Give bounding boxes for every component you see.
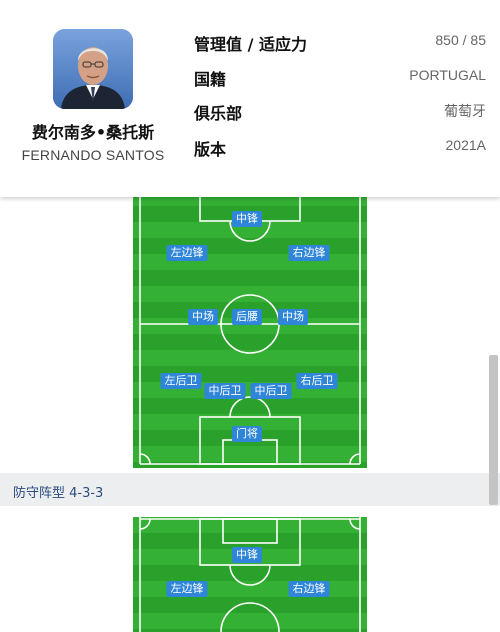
- position-lcm: 中场: [188, 309, 218, 325]
- info-row-club: 俱乐部 葡萄牙: [194, 100, 486, 124]
- position-lw: 左边锋: [166, 581, 208, 597]
- info-label: 俱乐部: [194, 104, 243, 123]
- position-lw: 左边锋: [166, 245, 208, 261]
- position-cf: 中锋: [232, 547, 262, 563]
- info-value: 葡萄牙: [444, 103, 486, 119]
- position-rw: 右边锋: [288, 581, 330, 597]
- position-dmf: 后腰: [232, 309, 262, 325]
- info-row-version: 版本 2021A: [194, 136, 486, 160]
- coach-name-en: FERNANDO SANTOS: [21, 147, 165, 163]
- position-cf: 中锋: [232, 211, 262, 227]
- position-lcb: 中后卫: [204, 383, 246, 399]
- scrollbar-thumb[interactable]: [489, 355, 498, 505]
- defensive-formation-header: 防守阵型 4-3-3: [0, 473, 500, 506]
- info-label: 管理值 / 适应力: [194, 35, 307, 54]
- info-label: 国籍: [194, 70, 227, 89]
- position-rcb: 中后卫: [250, 383, 292, 399]
- info-label: 版本: [194, 140, 227, 159]
- pitch-lines: [139, 517, 361, 632]
- position-gk: 门将: [232, 426, 262, 442]
- formation-pitch: 中锋 左边锋 右边锋 中场 后腰 中场 左后卫 中后卫 中后卫 右后卫 门将: [133, 190, 367, 468]
- info-value: PORTUGAL: [409, 67, 486, 83]
- position-rcm: 中场: [278, 309, 308, 325]
- info-row-management: 管理值 / 适应力 850 / 85: [194, 31, 486, 55]
- info-row-nationality: 国籍 PORTUGAL: [194, 66, 486, 90]
- coach-header-card: 费尔南多•桑托斯 FERNANDO SANTOS 管理值 / 适应力 850 /…: [0, 0, 500, 197]
- info-value: 850 / 85: [435, 32, 486, 48]
- section-title: 防守阵型 4-3-3: [13, 486, 104, 501]
- position-rw: 右边锋: [288, 245, 330, 261]
- info-value: 2021A: [445, 137, 486, 153]
- coach-avatar: [53, 29, 133, 109]
- defensive-formation-pitch: 中锋 左边锋 右边锋: [133, 517, 367, 632]
- position-rb: 右后卫: [296, 373, 338, 389]
- coach-name-cn: 费尔南多•桑托斯: [31, 123, 155, 142]
- position-lb: 左后卫: [160, 373, 202, 389]
